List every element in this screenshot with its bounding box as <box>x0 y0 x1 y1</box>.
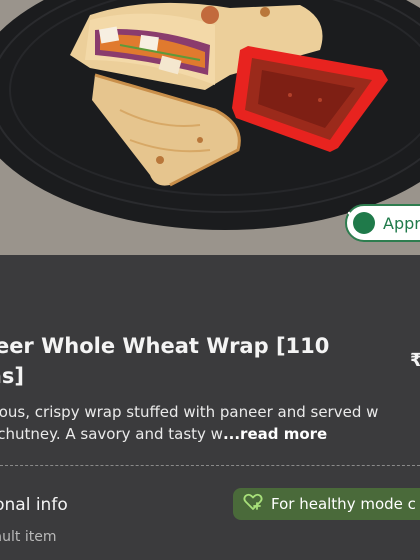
food-photo: Appro <box>0 0 420 255</box>
dashed-divider <box>0 465 420 466</box>
item-title-line-2: ms] <box>0 364 24 388</box>
item-title: neer Whole Wheat Wrap [110 ms] <box>0 331 340 391</box>
approved-badge-label: Appro <box>383 213 420 233</box>
item-price: ₹ <box>410 350 420 371</box>
default-item-label: efault item <box>0 529 57 545</box>
nutritional-info-link[interactable]: itional info <box>0 495 68 515</box>
check-circle-icon <box>347 207 375 234</box>
healthy-mode-tag[interactable]: For healthy mode c <box>233 488 420 520</box>
read-more-link[interactable]: ...read more <box>223 425 327 443</box>
heart-plus-icon <box>243 493 263 515</box>
healthy-mode-tag-label: For healthy mode c <box>271 495 416 513</box>
menu-item-screen: Appro neer Whole Wheat Wrap [110 ms] ₹ l… <box>0 0 420 560</box>
description-line-2: of chutney. A savory and tasty w <box>0 425 223 443</box>
item-details: neer Whole Wheat Wrap [110 ms] ₹ licious… <box>0 255 420 560</box>
item-title-line-1: neer Whole Wheat Wrap [110 <box>0 334 330 358</box>
item-description: licious, crispy wrap stuffed with paneer… <box>0 401 420 445</box>
description-line-1: licious, crispy wrap stuffed with paneer… <box>0 403 379 421</box>
approved-badge: Appro <box>345 204 420 242</box>
